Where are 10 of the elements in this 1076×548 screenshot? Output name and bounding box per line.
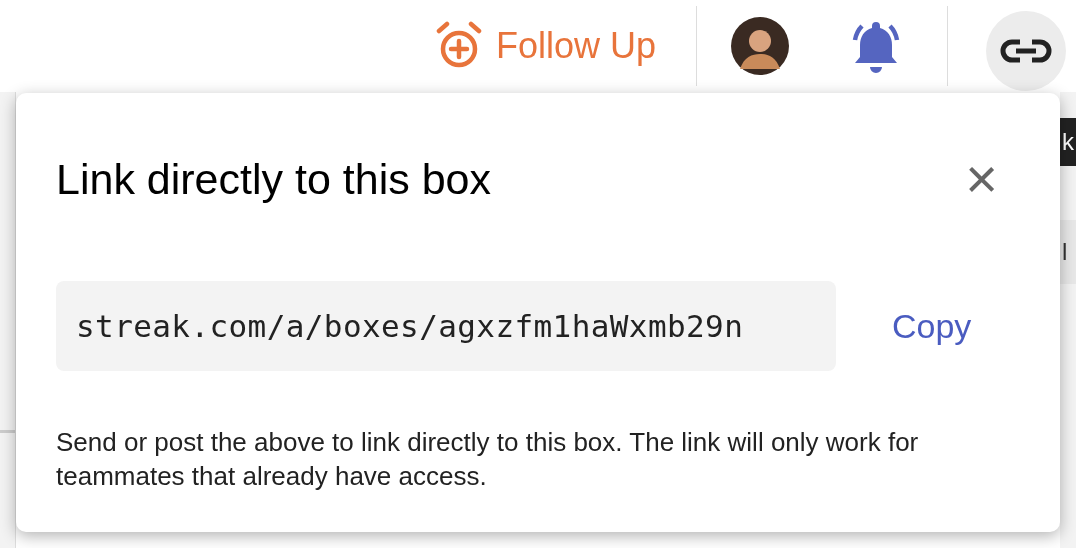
copy-button[interactable]: Copy (892, 300, 972, 352)
link-note: Send or post the above to link directly to this box. The link will only work for teammates that already have access. (56, 426, 920, 493)
popover-title: Link directly to this box (56, 157, 491, 201)
avatar-icon[interactable] (731, 17, 789, 75)
link-field[interactable]: streak.com/a/boxes/agxzfm1haWxmb29n (56, 281, 836, 371)
link-icon (1000, 39, 1052, 63)
truncated-text: l (1060, 220, 1076, 284)
close-button[interactable]: × (965, 151, 998, 207)
follow-up-button[interactable]: Follow Up (433, 19, 656, 73)
truncated-text: k (1060, 118, 1076, 166)
